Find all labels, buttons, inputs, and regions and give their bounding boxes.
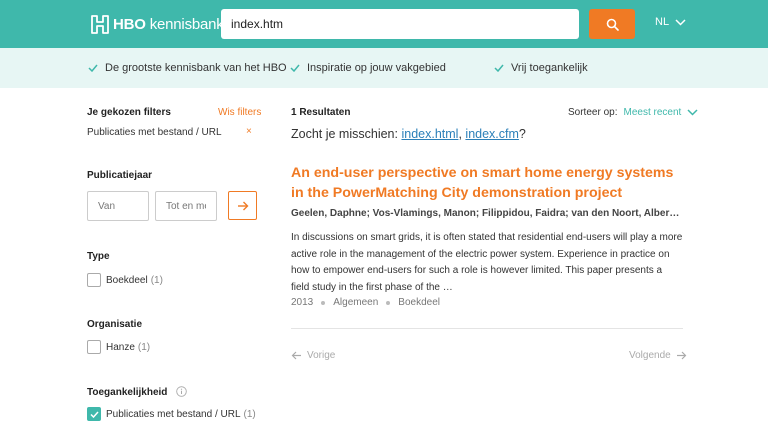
result-authors: Geelen, Daphne; Vos-Vlamings, Manon; Fil… xyxy=(291,208,681,219)
result-title-link[interactable]: An end-user perspective on smart home en… xyxy=(291,163,676,203)
did-you-mean: Zocht je misschien: index.html, index.cf… xyxy=(291,127,526,141)
option-label: Boekdeel xyxy=(106,274,148,286)
option-count: (1) xyxy=(150,274,163,286)
arrow-right-icon xyxy=(237,201,248,210)
arrow-left-icon xyxy=(291,351,301,360)
hbo-logo-icon xyxy=(91,15,109,34)
access-filter-title: Toegankelijkheid xyxy=(87,386,187,398)
organisation-filter-option[interactable]: Hanze (1) xyxy=(87,340,150,354)
result-year: 2013 xyxy=(291,297,314,308)
suggestion-link[interactable]: index.cfm xyxy=(465,127,519,141)
suggest-prefix: Zocht je misschien: xyxy=(291,127,398,141)
divider xyxy=(291,328,683,329)
chevron-down-icon xyxy=(675,18,686,26)
check-icon xyxy=(494,64,504,72)
type-filter-title: Type xyxy=(87,251,110,262)
access-filter-option[interactable]: Publicaties met bestand / URL (1) xyxy=(87,407,256,421)
previous-label: Vorige xyxy=(307,350,336,361)
check-icon xyxy=(290,64,300,72)
usp-bar: De grootste kennisbank van het HBO Inspi… xyxy=(0,48,768,88)
sort-value: Meest recent xyxy=(623,107,682,118)
next-page-button[interactable]: Volgende xyxy=(629,350,687,361)
search-input[interactable] xyxy=(221,9,579,39)
check-icon xyxy=(88,64,98,72)
option-label: Publicaties met bestand / URL xyxy=(106,408,241,420)
chevron-down-icon xyxy=(687,109,698,116)
result-type: Boekdeel xyxy=(398,297,440,308)
separator-dot xyxy=(386,300,391,305)
info-icon[interactable] xyxy=(176,386,187,397)
header: HBO kennisbank NL xyxy=(0,0,768,48)
option-count: (1) xyxy=(137,341,151,353)
results-count: 1 Resultaten xyxy=(291,107,351,118)
checkbox[interactable] xyxy=(87,340,101,354)
checkbox[interactable] xyxy=(87,273,101,287)
usp-item: Inspiratie op jouw vakgebied xyxy=(290,62,446,74)
sort-label: Sorteer op: xyxy=(568,107,618,118)
logo-text: HBO kennisbank xyxy=(113,16,224,33)
check-icon xyxy=(89,410,99,418)
suggest-separator: , xyxy=(458,127,462,141)
result-meta: 2013 Algemeen Boekdeel xyxy=(291,297,440,308)
arrow-right-icon xyxy=(676,351,687,360)
result-category: Algemeen xyxy=(333,297,379,308)
option-count: (1) xyxy=(243,408,256,420)
year-from-input[interactable] xyxy=(87,191,149,221)
sort-control: Sorteer op: Meest recent xyxy=(568,107,698,118)
separator-dot xyxy=(321,300,326,305)
previous-page-button[interactable]: Vorige xyxy=(291,350,335,361)
search-icon xyxy=(606,18,619,31)
active-filter-label: Publicaties met bestand / URL xyxy=(87,127,222,138)
selected-filters-title: Je gekozen filters xyxy=(87,107,171,118)
language-label: NL xyxy=(655,16,670,28)
option-label: Hanze xyxy=(106,341,135,353)
logo[interactable]: HBO kennisbank xyxy=(88,12,224,36)
year-apply-button[interactable] xyxy=(228,191,257,220)
usp-label: Vrij toegankelijk xyxy=(511,62,588,74)
suggest-suffix: ? xyxy=(518,127,526,141)
usp-label: Inspiratie op jouw vakgebied xyxy=(307,62,446,74)
logo-bold: HBO xyxy=(113,15,146,33)
next-label: Volgende xyxy=(629,350,671,361)
language-selector[interactable]: NL xyxy=(655,16,686,28)
remove-filter-icon[interactable]: × xyxy=(246,126,252,137)
checkbox-checked[interactable] xyxy=(87,407,101,421)
clear-filters-link[interactable]: Wis filters xyxy=(218,107,261,118)
logo-light: kennisbank xyxy=(149,15,224,33)
usp-item: De grootste kennisbank van het HBO xyxy=(88,62,287,74)
year-to-input[interactable] xyxy=(155,191,217,221)
search-button[interactable] xyxy=(589,9,635,39)
type-filter-option[interactable]: Boekdeel (1) xyxy=(87,273,163,287)
access-filter-label: Toegankelijkheid xyxy=(87,387,168,398)
year-filter-title: Publicatiejaar xyxy=(87,170,153,181)
usp-label: De grootste kennisbank van het HBO xyxy=(105,62,287,74)
usp-item: Vrij toegankelijk xyxy=(494,62,588,74)
suggestion-link[interactable]: index.html xyxy=(401,127,458,141)
sort-dropdown[interactable]: Meest recent xyxy=(623,107,698,118)
result-abstract: In discussions on smart grids, it is oft… xyxy=(291,232,683,293)
organisation-filter-title: Organisatie xyxy=(87,319,143,330)
